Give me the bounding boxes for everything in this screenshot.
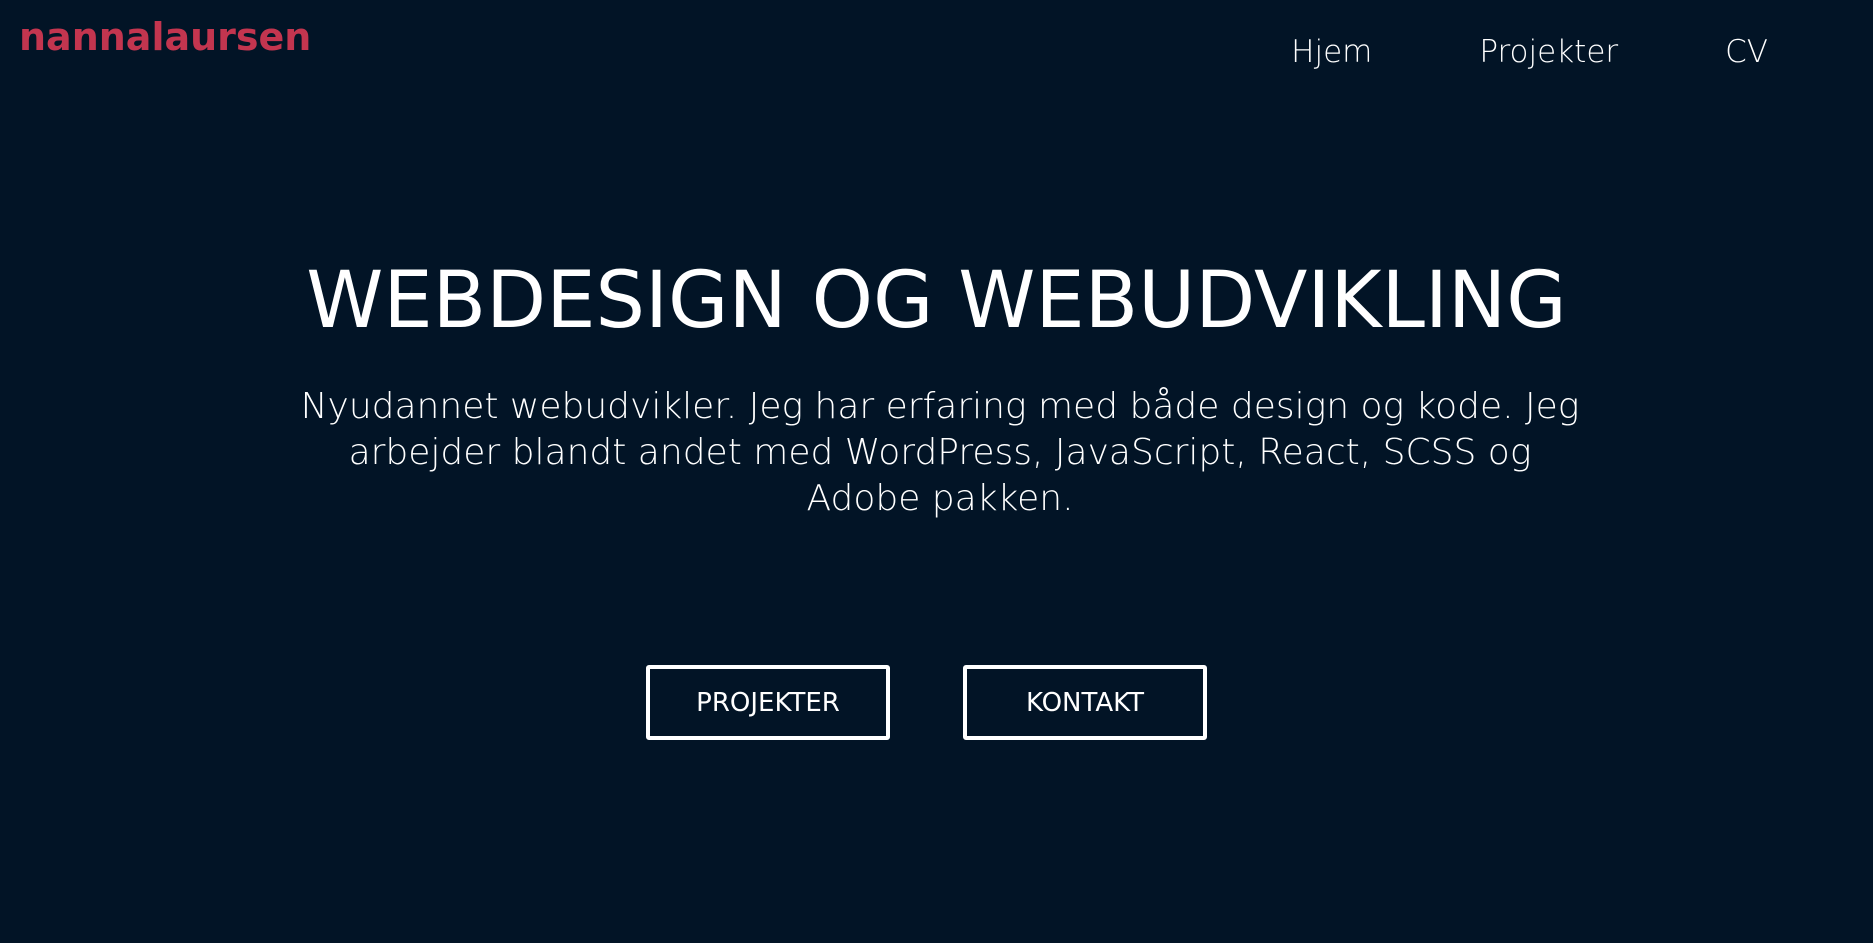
hero-description: Nyudannet webudvikler. Jeg har erfaring …	[300, 386, 1580, 519]
nav-item-projekter[interactable]: Projekter	[1479, 34, 1618, 71]
main-nav: Hjem Projekter CV	[1291, 34, 1768, 71]
nav-item-hjem[interactable]: Hjem	[1291, 34, 1372, 71]
site-logo[interactable]: nannalaursen	[19, 18, 311, 56]
nav-item-cv[interactable]: CV	[1725, 34, 1768, 71]
hero-title: WEBDESIGN OG WEBUDVIKLING	[306, 256, 1567, 346]
projects-button[interactable]: PROJEKTER	[646, 665, 890, 740]
contact-button[interactable]: KONTAKT	[963, 665, 1207, 740]
page: nannalaursen Hjem Projekter CV WEBDESIGN…	[0, 0, 1873, 943]
